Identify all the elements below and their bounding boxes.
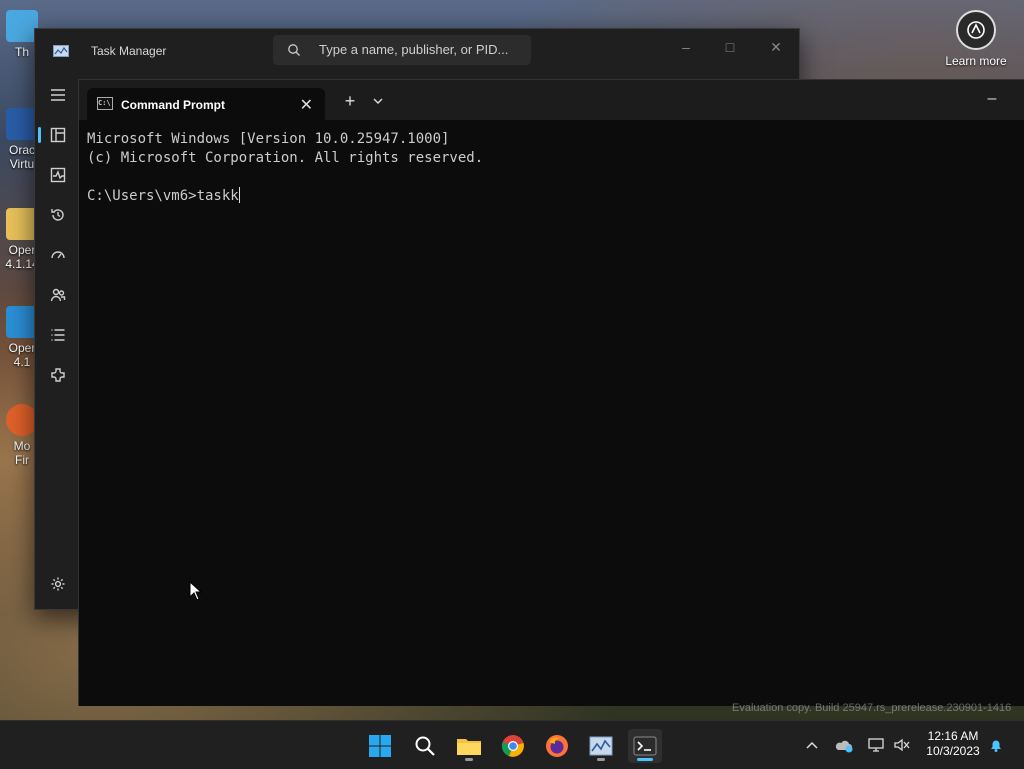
system-clock[interactable]: 12:16 AM 10/3/2023 <box>918 729 988 759</box>
new-tab-button[interactable]: + <box>339 90 361 112</box>
tab-title: Command Prompt <box>121 98 226 112</box>
evaluation-watermark: Evaluation copy. Build 25947.rs_prerelea… <box>732 702 1012 714</box>
startup-apps-icon[interactable] <box>43 241 73 269</box>
terminal-window[interactable]: C:\ Command Prompt ✕ + – Microsoft Windo… <box>78 79 1024 706</box>
terminal-output[interactable]: Microsoft Windows [Version 10.0.25947.10… <box>87 130 483 206</box>
terminal-prompt-line[interactable]: C:\Users\vm6>taskk <box>87 187 483 206</box>
taskbar-task-manager[interactable] <box>584 729 618 763</box>
window-title: Task Manager <box>91 44 167 58</box>
close-tab-icon[interactable]: ✕ <box>300 95 313 115</box>
volume-muted-icon[interactable] <box>892 735 912 755</box>
terminal-minimize-button[interactable]: – <box>977 90 1007 108</box>
app-history-icon[interactable] <box>43 201 73 229</box>
windows-start-icon <box>369 735 391 757</box>
search-icon <box>288 44 300 56</box>
clock-date: 10/3/2023 <box>926 744 980 758</box>
firefox-icon <box>546 735 568 757</box>
settings-gear-icon[interactable] <box>43 570 73 598</box>
selected-indicator <box>38 127 41 143</box>
desktop-icon-label: Oper 4.1 <box>8 341 36 369</box>
learn-more-label: Learn more <box>945 54 1007 68</box>
close-button[interactable]: ✕ <box>761 35 791 59</box>
taskbar: 12:16 AM 10/3/2023 <box>0 720 1024 769</box>
search-icon <box>415 736 435 756</box>
running-indicator <box>465 758 473 761</box>
network-icon[interactable] <box>866 735 886 755</box>
tab-command-prompt[interactable]: C:\ Command Prompt ✕ <box>87 88 325 120</box>
terminal-line: Microsoft Windows [Version 10.0.25947.10… <box>87 131 450 147</box>
hamburger-menu-icon[interactable] <box>43 81 73 109</box>
start-button[interactable] <box>363 729 397 763</box>
maximize-button[interactable]: □ <box>715 35 745 59</box>
terminal-icon <box>633 736 657 756</box>
chrome-icon <box>501 735 524 757</box>
taskbar-firefox[interactable] <box>540 729 574 763</box>
taskbar-file-explorer[interactable] <box>452 729 486 763</box>
task-manager-icon <box>589 736 613 756</box>
performance-icon[interactable] <box>43 161 73 189</box>
desktop-icon-label: Mo Fir <box>13 439 31 467</box>
taskbar-terminal[interactable] <box>628 729 662 763</box>
details-icon[interactable] <box>43 321 73 349</box>
mouse-pointer-icon <box>189 581 203 601</box>
camera-icon <box>956 10 996 50</box>
command-prompt-icon: C:\ <box>97 97 113 110</box>
services-icon[interactable] <box>43 361 73 389</box>
processes-icon[interactable] <box>43 121 73 149</box>
desktop-icon-label: Th <box>14 45 29 59</box>
terminal-tabbar[interactable]: C:\ Command Prompt ✕ + – <box>79 80 1024 120</box>
onedrive-icon[interactable] <box>834 735 854 755</box>
task-manager-sidebar <box>35 73 79 609</box>
running-indicator <box>597 758 605 761</box>
users-icon[interactable] <box>43 281 73 309</box>
taskbar-search-button[interactable] <box>408 729 442 763</box>
taskbar-chrome[interactable] <box>496 729 530 763</box>
notification-bell-icon[interactable] <box>986 735 1006 755</box>
terminal-prompt-text: C:\Users\vm6>taskk <box>87 188 239 204</box>
chevron-down-icon[interactable] <box>369 92 387 110</box>
show-hidden-icons-chevron-up-icon[interactable] <box>802 735 822 755</box>
text-cursor <box>238 187 240 203</box>
active-indicator <box>637 758 653 761</box>
task-manager-titlebar[interactable]: Task Manager Type a name, publisher, or … <box>35 29 799 73</box>
desktop-icon-label: Orac Virtu <box>8 143 35 171</box>
terminal-line: (c) Microsoft Corporation. All rights re… <box>87 150 484 166</box>
task-manager-icon <box>53 45 69 57</box>
minimize-button[interactable]: – <box>671 35 701 59</box>
search-input[interactable]: Type a name, publisher, or PID... <box>273 35 531 65</box>
learn-more-widget[interactable]: Learn more <box>940 10 1012 68</box>
search-placeholder: Type a name, publisher, or PID... <box>319 42 509 57</box>
clock-time: 12:16 AM <box>927 729 979 743</box>
folder-icon <box>457 739 481 755</box>
